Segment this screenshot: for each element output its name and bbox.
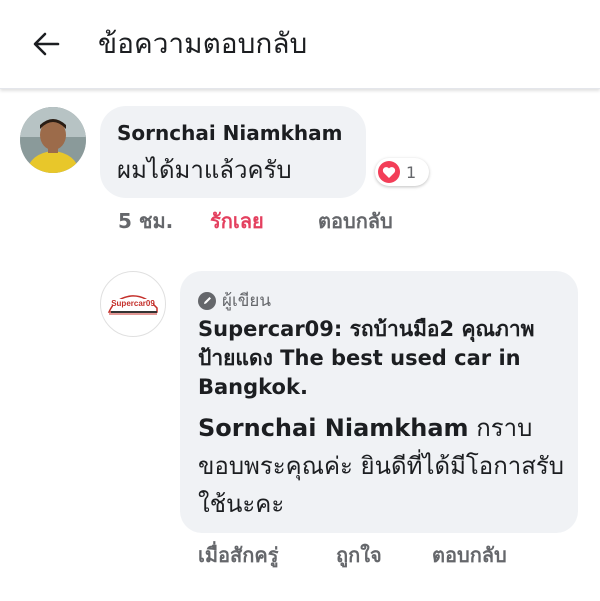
back-button[interactable] xyxy=(24,24,68,64)
page-title: ข้อความตอบกลับ xyxy=(98,27,308,60)
comment-bubble: Sornchai Niamkham ผมได้มาแล้วครับ xyxy=(100,106,366,198)
reaction-count: 1 xyxy=(406,162,417,182)
commenter-avatar[interactable] xyxy=(20,107,86,173)
heart-icon xyxy=(378,161,400,183)
svg-text:Supercar09: Supercar09 xyxy=(111,299,155,308)
author-badge: ผู้เขียน xyxy=(198,287,271,314)
like-button[interactable]: ถูกใจ xyxy=(336,541,382,569)
author-badge-label: ผู้เขียน xyxy=(222,291,271,311)
reply-actions: เมื่อสักครู่ ถูกใจ ตอบกลับ xyxy=(198,541,558,569)
reply-bubble: ผู้เขียน Supercar09: รถบ้านมือ2 คุณภาพป้… xyxy=(180,271,578,533)
love-button[interactable]: รักเลย xyxy=(210,207,264,235)
page-name[interactable]: Supercar09: รถบ้านมือ2 คุณภาพป้ายแดง The… xyxy=(198,315,568,402)
supercar-logo: Supercar09 xyxy=(107,295,158,315)
comment-time: 5 ชม. xyxy=(118,209,174,233)
reply-reply-button[interactable]: ตอบกลับ xyxy=(432,541,507,569)
reply-button[interactable]: ตอบกลับ xyxy=(318,207,393,235)
arrow-left-icon xyxy=(33,32,60,56)
reply-time: เมื่อสักครู่ xyxy=(198,543,279,567)
person-photo xyxy=(20,107,86,173)
pencil-icon xyxy=(198,291,216,310)
comment-text: ผมได้มาแล้วครับ xyxy=(117,156,292,184)
reaction-summary[interactable]: 1 xyxy=(375,158,429,186)
comment-author[interactable]: Sornchai Niamkham xyxy=(117,120,342,146)
mention-link[interactable]: Sornchai Niamkham xyxy=(198,414,469,442)
header-bar: ข้อความตอบกลับ xyxy=(0,0,600,89)
comment-actions: 5 ชม. รักเลย ตอบกลับ xyxy=(118,207,438,235)
page-avatar[interactable]: Supercar09 xyxy=(100,271,166,337)
reply-text: Sornchai Niamkham กราบขอบพระคุณค่ะ ยินดี… xyxy=(198,409,570,523)
